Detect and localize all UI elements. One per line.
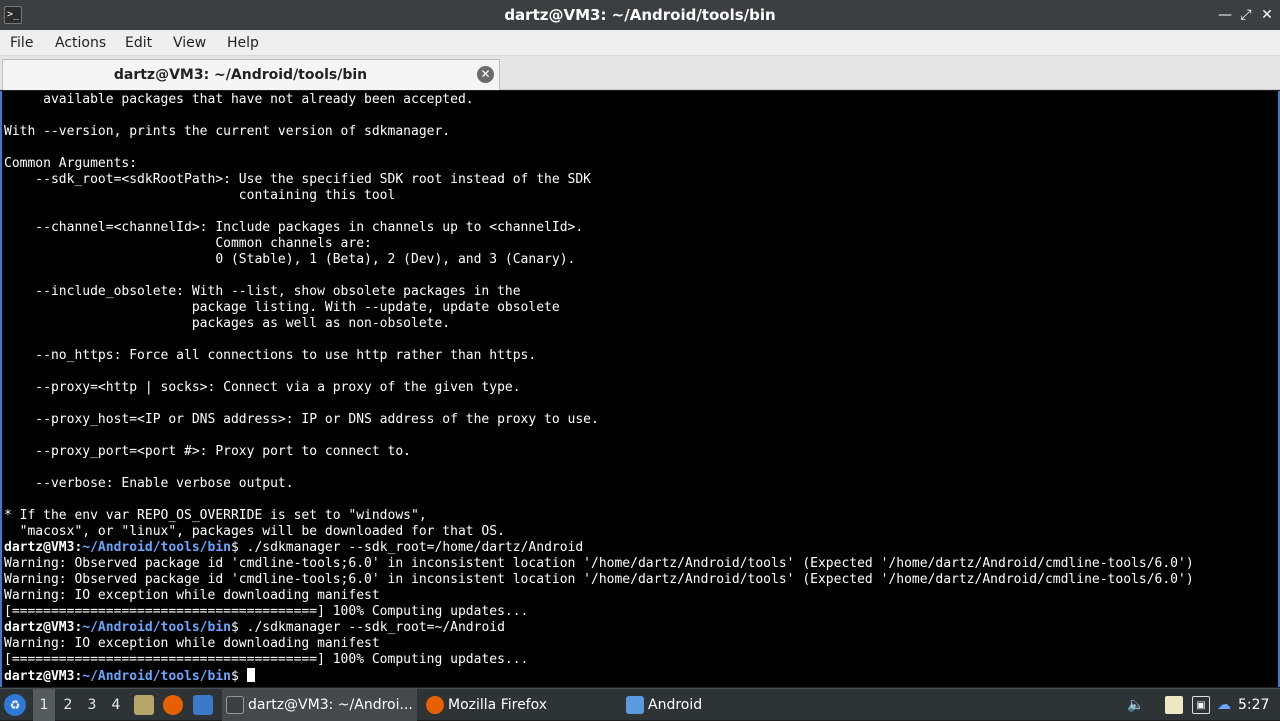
title-bar: >_ dartz@VM3: ~/Android/tools/bin — ⤢ ✕ [0, 0, 1280, 30]
prompt-line: dartz@VM3:~/Android/tools/bin$ [4, 668, 1194, 684]
terminal-line: containing this tool [4, 188, 396, 203]
command-text: ./sdkmanager --sdk_root=/home/dartz/Andr… [238, 540, 584, 555]
prompt-user: dartz@VM3: [4, 669, 83, 684]
prompt-path: ~/Android/tools/bin [82, 540, 231, 555]
task-label: Mozilla Firefox [448, 697, 548, 713]
tab-bar: dartz@VM3: ~/Android/tools/bin ✕ [0, 56, 1280, 90]
terminal-line: Common Arguments: [4, 156, 138, 171]
terminal-line: package listing. With --update, update o… [4, 300, 560, 315]
prompt-user: dartz@VM3: [4, 540, 83, 555]
maximize-icon[interactable]: ⤢ [1236, 5, 1256, 25]
terminal-line: Warning: IO exception while downloading … [4, 636, 380, 651]
terminal-line: --proxy=<http | socks>: Connect via a pr… [4, 380, 521, 395]
terminal-line: --include_obsolete: With --list, show ob… [4, 284, 521, 299]
terminal-line: 0 (Stable), 1 (Beta), 2 (Dev), and 3 (Ca… [4, 252, 576, 267]
firefox-launcher-icon[interactable] [163, 695, 183, 715]
prompt-line: dartz@VM3:~/Android/tools/bin$ ./sdkmana… [4, 540, 584, 555]
terminal-line: With --version, prints the current versi… [4, 124, 451, 139]
task-label: dartz@VM3: ~/Androi... [248, 697, 413, 713]
workspace-1[interactable]: 1 [33, 689, 55, 721]
menu-edit[interactable]: Edit [125, 30, 152, 56]
menu-help[interactable]: Help [227, 30, 259, 56]
tab-label: dartz@VM3: ~/Android/tools/bin [113, 67, 368, 83]
prompt-line: dartz@VM3:~/Android/tools/bin$ ./sdkmana… [4, 620, 505, 635]
terminal-line: "macosx", or "linux", packages will be d… [4, 524, 505, 539]
terminal-line: --verbose: Enable verbose output. [4, 476, 294, 491]
prompt-path: ~/Android/tools/bin [82, 669, 231, 684]
terminal-line: Warning: Observed package id 'cmdline-to… [4, 556, 1194, 571]
terminal-icon [226, 696, 244, 714]
terminal-line: --sdk_root=<sdkRootPath>: Use the specif… [4, 172, 591, 187]
terminal-view[interactable]: available packages that have not already… [0, 91, 1280, 687]
network-icon[interactable]: ☁ [1215, 696, 1233, 714]
terminal-line: [=======================================… [4, 604, 529, 619]
prompt-user: dartz@VM3: [4, 620, 83, 635]
task-terminal[interactable]: dartz@VM3: ~/Androi... [222, 689, 417, 721]
terminal-line: Warning: IO exception while downloading … [4, 588, 380, 603]
taskbar: ♻ 1 2 3 4 dartz@VM3: ~/Androi... Mozilla… [0, 688, 1280, 721]
terminal-line: --no_https: Force all connections to use… [4, 348, 537, 363]
task-label: Android [648, 697, 703, 713]
workspace-2[interactable]: 2 [57, 689, 79, 721]
clock: 5:27 [1238, 697, 1270, 713]
menu-bar: File Actions Edit View Help [0, 30, 1280, 56]
clipboard-icon[interactable] [1165, 696, 1183, 714]
menu-view[interactable]: View [173, 30, 206, 56]
terminal-line: --proxy_host=<IP or DNS address>: IP or … [4, 412, 599, 427]
firefox-icon [426, 696, 444, 714]
text-cursor [246, 668, 255, 682]
terminal-line: * If the env var REPO_OS_OVERRIDE is set… [4, 508, 427, 523]
terminal-line: [=======================================… [4, 652, 529, 667]
menu-file[interactable]: File [10, 30, 33, 56]
file-manager-launcher-icon[interactable] [134, 695, 154, 715]
terminal-tab[interactable]: dartz@VM3: ~/Android/tools/bin ✕ [2, 59, 500, 90]
tab-close-icon[interactable]: ✕ [477, 66, 494, 83]
volume-icon[interactable]: 🔈 [1127, 696, 1145, 714]
terminal-line: --channel=<channelId>: Include packages … [4, 220, 584, 235]
close-icon[interactable]: ✕ [1257, 5, 1277, 25]
folder-icon [626, 696, 644, 714]
workspace-3[interactable]: 3 [81, 689, 103, 721]
terminal-line: available packages that have not already… [4, 92, 474, 107]
start-menu-icon[interactable]: ♻ [4, 694, 26, 716]
show-desktop-icon[interactable] [193, 695, 213, 715]
task-folder[interactable]: Android [622, 689, 812, 721]
terminal-line: packages as well as non-obsolete. [4, 316, 451, 331]
terminal-line: Warning: Observed package id 'cmdline-to… [4, 572, 1194, 587]
terminal-line: --proxy_port=<port #>: Proxy port to con… [4, 444, 411, 459]
command-text: ./sdkmanager --sdk_root=~/Android [238, 620, 505, 635]
workspace-4[interactable]: 4 [105, 689, 127, 721]
terminal-line: Common channels are: [4, 236, 372, 251]
task-firefox[interactable]: Mozilla Firefox [422, 689, 612, 721]
display-icon[interactable]: ▣ [1192, 696, 1210, 714]
window-title: dartz@VM3: ~/Android/tools/bin [504, 6, 776, 24]
command-text [239, 669, 247, 684]
menu-actions[interactable]: Actions [55, 30, 106, 56]
terminal-output: available packages that have not already… [4, 92, 1194, 684]
prompt-path: ~/Android/tools/bin [82, 620, 231, 635]
minimize-icon[interactable]: — [1215, 5, 1235, 25]
